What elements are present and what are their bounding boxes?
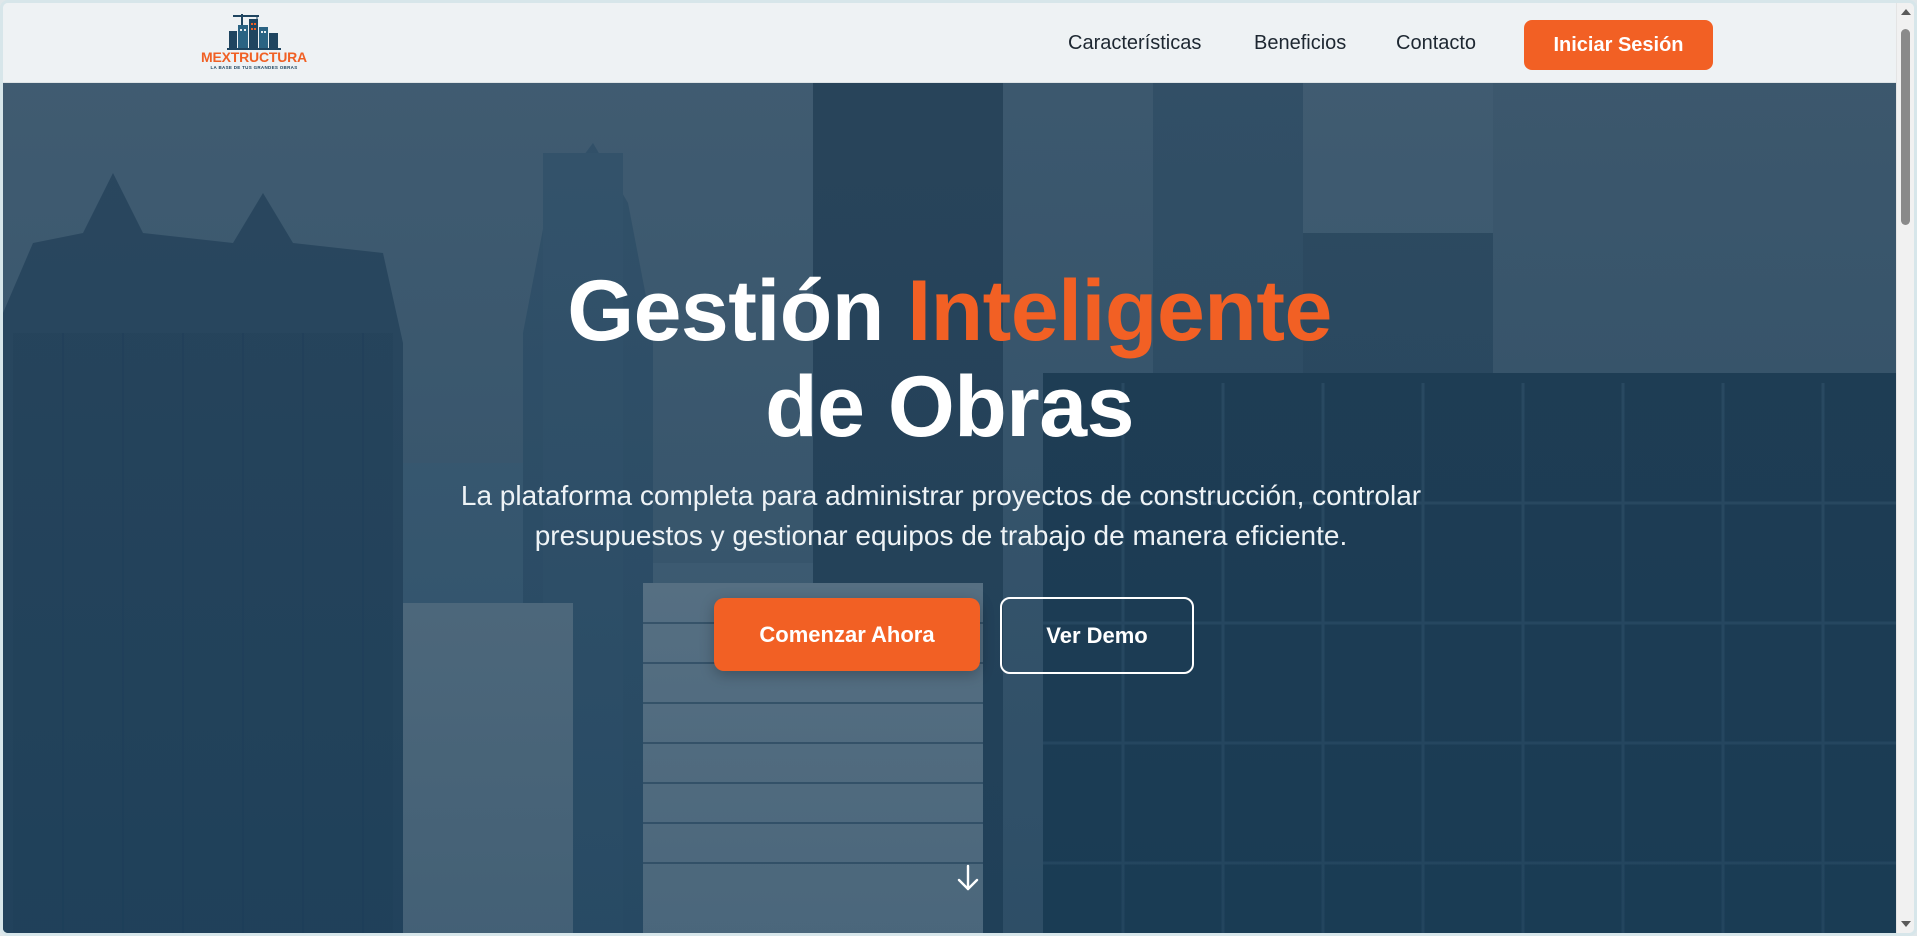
scrollbar-thumb[interactable] — [1901, 29, 1910, 225]
arrow-down-icon[interactable] — [954, 863, 982, 893]
nav-link-caracteristicas[interactable]: Características — [1068, 32, 1201, 55]
start-now-button[interactable]: Comenzar Ahora — [714, 598, 980, 671]
login-button[interactable]: Iniciar Sesión — [1524, 20, 1713, 70]
brand-tagline: LA BASE DE TUS GRANDES OBRAS — [210, 65, 298, 70]
nav-link-beneficios[interactable]: Beneficios — [1254, 32, 1346, 55]
hero-subtitle: La plataforma completa para administrar … — [460, 480, 1422, 551]
navbar: MEXTRUCTURA LA BASE DE TUS GRANDES OBRAS… — [3, 3, 1896, 83]
hero-title-part1: Gestión — [567, 263, 908, 359]
view-demo-button[interactable]: Ver Demo — [1000, 597, 1194, 674]
scroll-up-arrow-icon[interactable] — [1901, 9, 1911, 15]
hero-title-part2: de Obras — [765, 359, 1134, 455]
brand-name: MEXTRUCTURA — [201, 49, 307, 65]
hero-section: Gestión Inteligente de Obras La platafor… — [3, 83, 1896, 933]
brand-logo[interactable]: MEXTRUCTURA LA BASE DE TUS GRANDES OBRAS — [199, 11, 309, 75]
scroll-down-arrow-icon[interactable] — [1901, 921, 1911, 927]
hero-title-accent: Inteligente — [907, 263, 1332, 359]
nav-link-contacto[interactable]: Contacto — [1396, 32, 1476, 55]
hero-title: Gestión Inteligente de Obras — [3, 263, 1896, 455]
vertical-scrollbar[interactable] — [1896, 3, 1914, 933]
skyline-logo-icon — [227, 14, 281, 50]
browser-window: MEXTRUCTURA LA BASE DE TUS GRANDES OBRAS… — [0, 0, 1917, 936]
